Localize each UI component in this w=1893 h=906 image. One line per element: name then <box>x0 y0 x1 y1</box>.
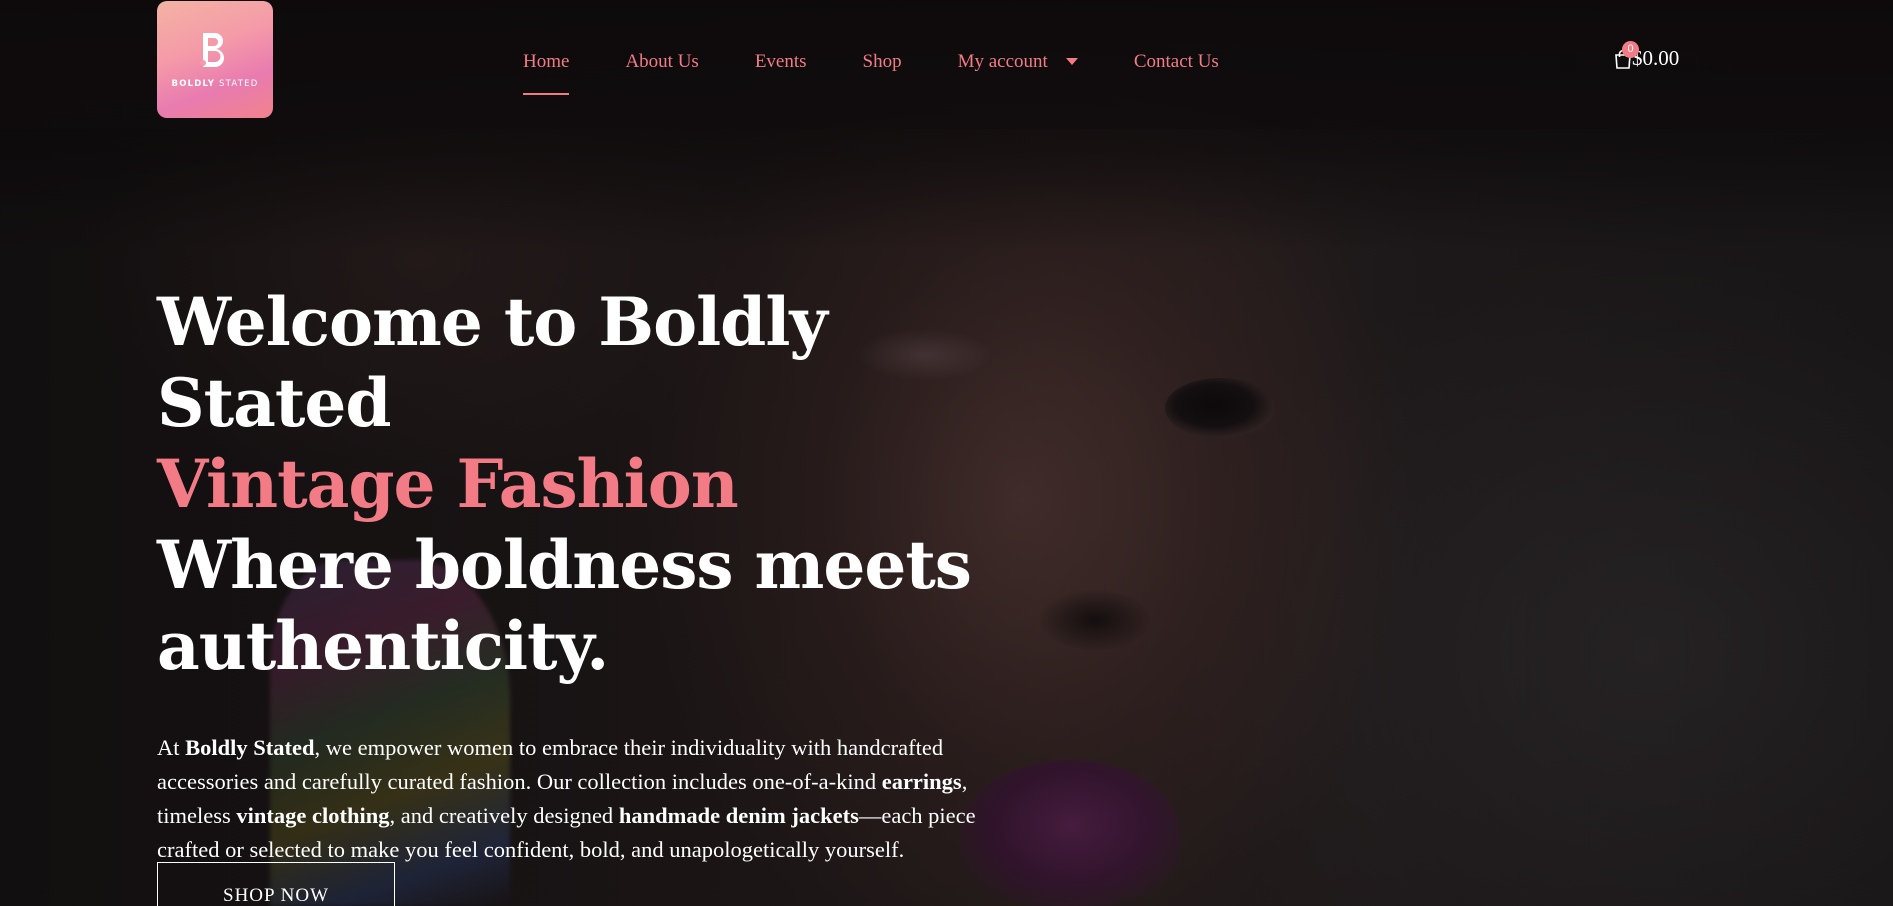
page: BOLDLY STATED Home About Us Events Shop … <box>0 0 1893 906</box>
site-logo[interactable]: BOLDLY STATED <box>157 1 273 118</box>
hero-content: Welcome to Boldly Stated Vintage Fashion… <box>157 282 1057 890</box>
nav-item-contact-us[interactable]: Contact Us <box>1134 51 1219 73</box>
cart-count-badge: 0 <box>1622 40 1639 58</box>
logo-wordmark: BOLDLY STATED <box>171 79 259 89</box>
logo-b-icon <box>200 33 224 67</box>
nav-item-shop[interactable]: Shop <box>863 51 902 73</box>
nav-item-my-account[interactable]: My account <box>958 51 1078 73</box>
shopping-bag-icon[interactable]: 0 <box>1614 40 1639 69</box>
nav-item-about-us[interactable]: About Us <box>625 51 698 73</box>
shop-now-button[interactable]: SHOP NOW <box>157 862 395 906</box>
chevron-down-icon[interactable] <box>1065 58 1078 65</box>
hero-intro-paragraph: At Boldly Stated, we empower women to em… <box>157 735 976 862</box>
nav-item-home[interactable]: Home <box>523 51 570 95</box>
headline-tagline-2: authenticity. <box>157 607 609 685</box>
headline-accent: Vintage Fashion <box>157 445 739 523</box>
headline-welcome: Welcome to Boldly Stated <box>157 283 828 442</box>
cart-total[interactable]: $0.00 <box>1632 46 1679 71</box>
hero-headline: Welcome to Boldly Stated Vintage Fashion… <box>157 282 1057 687</box>
cart-button[interactable]: 0 $0.00 <box>1614 40 1679 71</box>
main-nav: Home About Us Events Shop My account Con… <box>523 0 1275 129</box>
nav-item-events[interactable]: Events <box>755 51 807 73</box>
site-header: BOLDLY STATED Home About Us Events Shop … <box>0 0 1893 129</box>
headline-tagline-1: Where boldness meets <box>157 526 972 604</box>
